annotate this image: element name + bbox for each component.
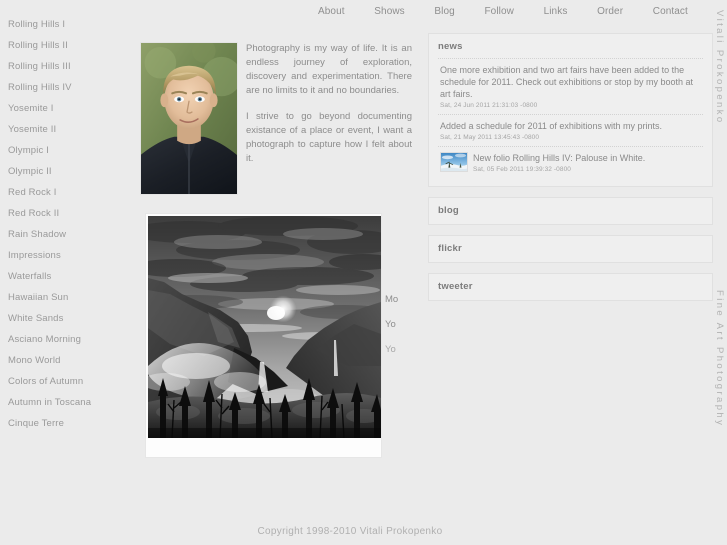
news-item-body: One more exhibition and two art fairs ha… bbox=[440, 64, 701, 110]
sidebar-item-white-sands[interactable]: White Sands bbox=[8, 308, 132, 329]
portrait-photo bbox=[140, 42, 238, 195]
news-item-body: Added a schedule for 2011 of exhibitions… bbox=[440, 120, 701, 142]
sidebar-item-autumn-in-toscana[interactable]: Autumn in Toscana bbox=[8, 392, 132, 413]
news-item[interactable]: Added a schedule for 2011 of exhibitions… bbox=[438, 114, 703, 146]
page-root: About Shows Blog Follow Links Order Cont… bbox=[0, 0, 727, 545]
brand-name-vertical: Vitali Prokopenko bbox=[714, 10, 725, 125]
nav-item-about[interactable]: About bbox=[318, 6, 345, 17]
clipped-caption-line-1: Mo bbox=[385, 294, 399, 305]
news-panel-title: news bbox=[438, 41, 463, 52]
sidebar-gallery-list: Rolling Hills I Rolling Hills II Rolling… bbox=[0, 14, 132, 434]
news-item-headline[interactable]: New folio Rolling Hills IV: Palouse in W… bbox=[473, 152, 701, 164]
blog-panel-title: blog bbox=[438, 205, 459, 216]
main-content-column: Photography is my way of life. It is an … bbox=[132, 32, 417, 202]
nav-item-links[interactable]: Links bbox=[544, 6, 568, 17]
sidebar-item-rolling-hills-iii[interactable]: Rolling Hills III bbox=[8, 56, 132, 77]
sidebar-item-rolling-hills-i[interactable]: Rolling Hills I bbox=[8, 14, 132, 35]
intro-block: Photography is my way of life. It is an … bbox=[132, 32, 417, 202]
right-sidebar: news One more exhibition and two art fai… bbox=[428, 33, 713, 311]
nav-item-shows[interactable]: Shows bbox=[374, 6, 405, 17]
news-item[interactable]: One more exhibition and two art fairs ha… bbox=[438, 58, 703, 114]
news-item-thumbnail[interactable] bbox=[440, 152, 468, 172]
featured-photo-panel[interactable] bbox=[145, 213, 382, 458]
sidebar-item-rain-shadow[interactable]: Rain Shadow bbox=[8, 224, 132, 245]
tweeter-panel[interactable]: tweeter bbox=[428, 273, 713, 301]
featured-photo[interactable] bbox=[148, 216, 381, 438]
sidebar-item-hawaiian-sun[interactable]: Hawaiian Sun bbox=[8, 287, 132, 308]
intro-paragraph-2: I strive to go beyond documenting exista… bbox=[246, 111, 412, 164]
sidebar-item-red-rock-ii[interactable]: Red Rock II bbox=[8, 203, 132, 224]
clipped-caption-line-3: Yo bbox=[385, 344, 396, 355]
intro-text: Photography is my way of life. It is an … bbox=[246, 42, 412, 178]
brand-tagline-vertical: Fine Art Photography bbox=[714, 290, 725, 428]
news-item-headline[interactable]: One more exhibition and two art fairs ha… bbox=[440, 64, 701, 100]
sidebar-item-rolling-hills-ii[interactable]: Rolling Hills II bbox=[8, 35, 132, 56]
news-item-date: Sat, 21 May 2011 13:45:43 -0800 bbox=[440, 134, 540, 141]
sidebar-item-waterfalls[interactable]: Waterfalls bbox=[8, 266, 132, 287]
nav-item-contact[interactable]: Contact bbox=[653, 6, 688, 17]
sidebar-item-colors-of-autumn[interactable]: Colors of Autumn bbox=[8, 371, 132, 392]
news-panel: news One more exhibition and two art fai… bbox=[428, 33, 713, 187]
news-item-headline[interactable]: Added a schedule for 2011 of exhibitions… bbox=[440, 120, 701, 132]
tweeter-panel-title: tweeter bbox=[438, 281, 473, 292]
intro-paragraph-1: Photography is my way of life. It is an … bbox=[246, 43, 412, 96]
sidebar-item-impressions[interactable]: Impressions bbox=[8, 245, 132, 266]
sidebar-item-olympic-ii[interactable]: Olympic II bbox=[8, 161, 132, 182]
news-item[interactable]: New folio Rolling Hills IV: Palouse in W… bbox=[438, 146, 703, 178]
top-navigation: About Shows Blog Follow Links Order Cont… bbox=[300, 0, 700, 22]
nav-item-follow[interactable]: Follow bbox=[484, 6, 514, 17]
clipped-caption-text: Mo Yo Yo bbox=[385, 294, 419, 369]
sidebar-item-rolling-hills-iv[interactable]: Rolling Hills IV bbox=[8, 77, 132, 98]
blog-panel[interactable]: blog bbox=[428, 197, 713, 225]
nav-item-blog[interactable]: Blog bbox=[434, 6, 454, 17]
news-item-date: Sat, 05 Feb 2011 19:39:32 -0800 bbox=[473, 166, 572, 173]
sidebar-item-yosemite-i[interactable]: Yosemite I bbox=[8, 98, 132, 119]
news-item-body: New folio Rolling Hills IV: Palouse in W… bbox=[473, 152, 701, 174]
sidebar-item-red-rock-i[interactable]: Red Rock I bbox=[8, 182, 132, 203]
footer-copyright: Copyright 1998-2010 Vitali Prokopenko bbox=[257, 526, 443, 537]
sidebar-item-asciano-morning[interactable]: Asciano Morning bbox=[8, 329, 132, 350]
sidebar-item-cinque-terre[interactable]: Cinque Terre bbox=[8, 413, 132, 434]
sidebar-item-mono-world[interactable]: Mono World bbox=[8, 350, 132, 371]
flickr-panel-title: flickr bbox=[438, 243, 462, 254]
sidebar-item-olympic-i[interactable]: Olympic I bbox=[8, 140, 132, 161]
nav-item-order[interactable]: Order bbox=[597, 6, 623, 17]
flickr-panel[interactable]: flickr bbox=[428, 235, 713, 263]
news-item-date: Sat, 24 Jun 2011 21:31:03 -0800 bbox=[440, 102, 538, 109]
clipped-caption-line-2: Yo bbox=[385, 319, 396, 330]
sidebar-item-yosemite-ii[interactable]: Yosemite II bbox=[8, 119, 132, 140]
